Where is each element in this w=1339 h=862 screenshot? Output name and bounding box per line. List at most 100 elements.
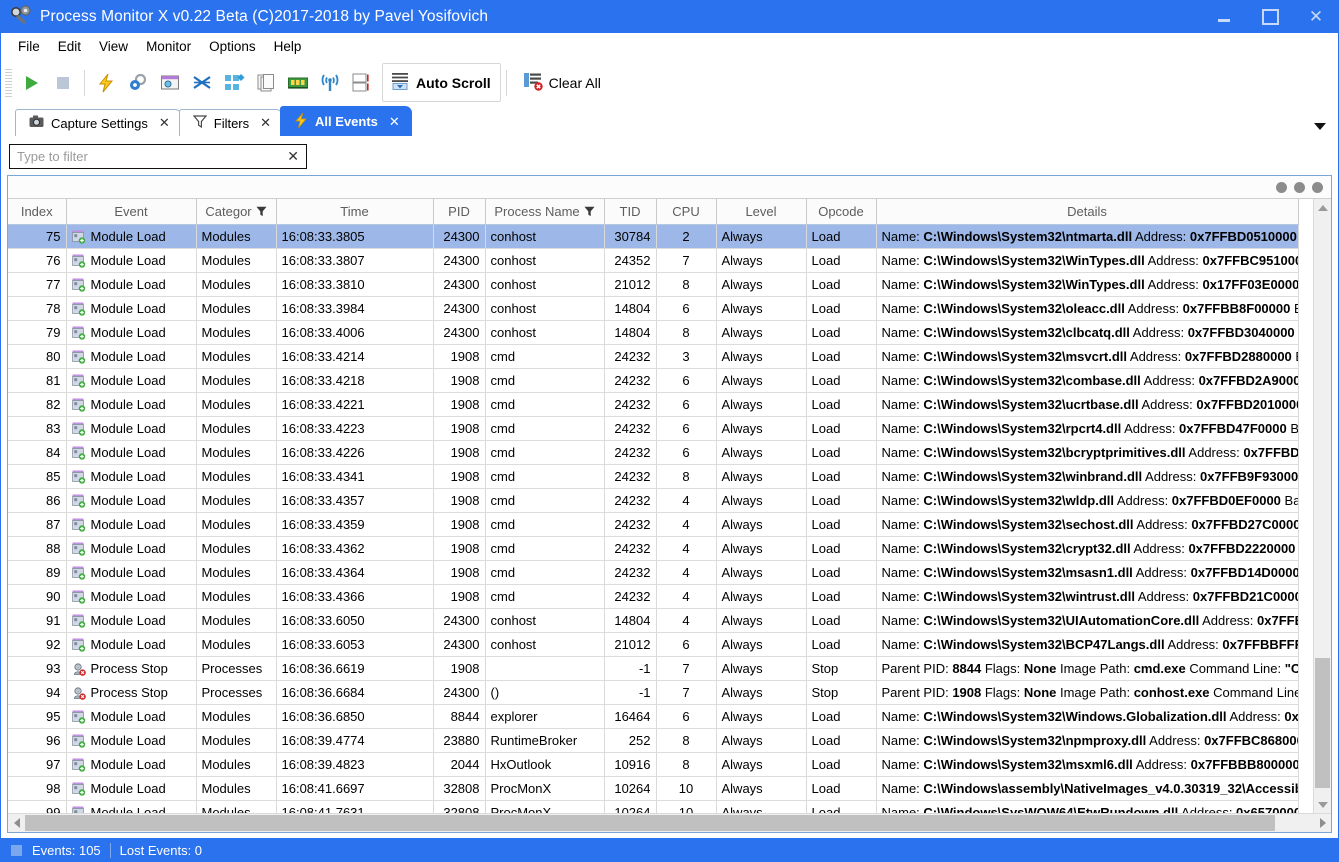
antenna-signal-icon[interactable] [314,66,346,100]
clear-filter-icon[interactable]: ✕ [284,148,302,165]
scroll-down-arrow-icon[interactable] [1314,796,1331,813]
table-row[interactable]: 97 Module Load Modules 16:08:39.4823 2044 HxO… [8,752,1299,777]
table-row[interactable]: 98 Module Load Modules 16:08:41.6697 32808 Pr… [8,776,1299,801]
table-row[interactable]: 93 Process Stop Processes 16:08:36.6619 1908… [8,656,1299,681]
column-header-categor[interactable]: Categor [196,199,277,225]
column-header-tid[interactable]: TID [604,199,657,225]
clear-all-button[interactable]: Clear All [518,66,609,100]
cell-process-name: cmd [485,392,605,417]
column-header-opcode[interactable]: Opcode [806,199,877,225]
table-row[interactable]: 81 Module Load Modules 16:08:33.4218 1908 cmd… [8,368,1299,393]
table-row[interactable]: 86 Module Load Modules 16:08:33.4357 1908 cmd… [8,488,1299,513]
tab-close-all-events[interactable]: ✕ [389,114,400,130]
table-row[interactable]: 84 Module Load Modules 16:08:33.4226 1908 cmd… [8,440,1299,465]
cell-category: Modules [196,488,277,513]
tab-all-events[interactable]: All Events ✕ [280,106,412,136]
notes-icon[interactable] [346,66,378,100]
column-header-pid[interactable]: PID [433,199,486,225]
vertical-scrollbar[interactable] [1313,199,1331,813]
table-row[interactable]: 80 Module Load Modules 16:08:33.4214 1908 cmd… [8,344,1299,369]
blocks-icon[interactable] [218,66,250,100]
process-stop-icon [72,686,86,700]
tab-close-capture-settings[interactable]: ✕ [159,115,170,131]
clear-all-label: Clear All [548,74,601,91]
cell-index: 97 [8,752,67,777]
column-filter-icon[interactable] [580,204,595,219]
search-input[interactable] [15,148,285,165]
tab-close-filters[interactable]: ✕ [260,115,271,131]
cell-event-label: Module Load [90,421,166,436]
minimize-button[interactable] [1201,0,1247,33]
maximize-button[interactable] [1247,0,1293,33]
gears-icon[interactable] [122,66,154,100]
window-icon[interactable] [154,66,186,100]
column-header-level[interactable]: Level [716,199,807,225]
scroll-right-arrow-icon[interactable] [1314,818,1331,828]
vertical-scroll-thumb[interactable] [1315,658,1330,788]
column-header-process-name[interactable]: Process Name [485,199,605,225]
tab-filters[interactable]: Filters ✕ [178,109,284,136]
table-row[interactable]: 88 Module Load Modules 16:08:33.4362 1908 cmd… [8,536,1299,561]
table-row[interactable]: 79 Module Load Modules 16:08:33.4006 24300 co… [8,320,1299,345]
horizontal-scrollbar[interactable] [8,813,1331,832]
chevron-down-icon[interactable] [1314,123,1326,130]
tab-capture-settings[interactable]: Capture Settings ✕ [15,109,182,136]
horizontal-scroll-thumb[interactable] [25,815,1276,831]
table-row[interactable]: 75 Module Load Modules 16:08:33.3805 24300 co… [8,224,1299,249]
cell-time: 16:08:33.4221 [276,392,434,417]
table-row[interactable]: 90 Module Load Modules 16:08:33.4366 1908 cmd… [8,584,1299,609]
table-row[interactable]: 76 Module Load Modules 16:08:33.3807 24300 co… [8,248,1299,273]
toolbar-grip[interactable] [5,68,12,97]
network-icon[interactable] [186,66,218,100]
table-row[interactable]: 91 Module Load Modules 16:08:33.6050 24300 co… [8,608,1299,633]
menu-item-options[interactable]: Options [200,36,265,57]
cell-cpu: 8 [656,464,717,489]
copy-pages-icon[interactable] [250,66,282,100]
cell-cpu: 6 [656,296,717,321]
table-row[interactable]: 89 Module Load Modules 16:08:33.4364 1908 cmd… [8,560,1299,585]
table-row[interactable]: 78 Module Load Modules 16:08:33.3984 24300 co… [8,296,1299,321]
stop-button[interactable] [47,66,79,100]
table-row[interactable]: 95 Module Load Modules 16:08:36.6850 8844 exp… [8,704,1299,729]
column-header-details[interactable]: Details [876,199,1299,225]
scroll-up-arrow-icon[interactable] [1314,199,1331,216]
clear-all-icon [522,70,544,95]
menu-item-edit[interactable]: Edit [49,36,90,57]
cell-tid: 24232 [604,584,657,609]
table-row[interactable]: 99 Module Load Modules 16:08:41.7631 32808 Pr… [8,800,1299,813]
table-row[interactable]: 77 Module Load Modules 16:08:33.3810 24300 co… [8,272,1299,297]
column-header-index[interactable]: Index [8,199,67,225]
auto-scroll-button[interactable]: Auto Scroll [382,63,501,102]
horizontal-scroll-track[interactable] [25,815,1314,831]
cell-opcode: Load [806,536,877,561]
grid-options-dots-icon[interactable] [1276,181,1323,193]
menu-item-monitor[interactable]: Monitor [137,36,200,57]
column-filter-icon[interactable] [252,204,267,219]
table-row[interactable]: 92 Module Load Modules 16:08:33.6053 24300 co… [8,632,1299,657]
filter-box[interactable]: ✕ [9,144,307,169]
close-button[interactable]: ✕ [1293,0,1339,33]
column-header-event[interactable]: Event [66,199,197,225]
table-row[interactable]: 94 Process Stop Processes 16:08:36.6684 2430… [8,680,1299,705]
lightning-bolt-icon[interactable] [90,66,122,100]
table-row[interactable]: 96 Module Load Modules 16:08:39.4774 23880 Ru… [8,728,1299,753]
cell-event: Module Load [66,320,197,345]
menu-item-view[interactable]: View [90,36,137,57]
table-row[interactable]: 87 Module Load Modules 16:08:33.4359 1908 cmd… [8,512,1299,537]
menu-item-help[interactable]: Help [265,36,311,57]
table-row[interactable]: 85 Module Load Modules 16:08:33.4341 1908 cmd… [8,464,1299,489]
scroll-left-arrow-icon[interactable] [8,818,25,828]
column-header-time[interactable]: Time [276,199,434,225]
memory-chip-icon[interactable] [282,66,314,100]
table-row[interactable]: 83 Module Load Modules 16:08:33.4223 1908 cmd… [8,416,1299,441]
column-header-cpu[interactable]: CPU [656,199,717,225]
run-button[interactable] [15,66,47,100]
table-body: 75 Module Load Modules 16:08:33.3805 24300 co… [8,224,1299,813]
cell-event-label: Module Load [90,733,166,748]
cell-level: Always [716,728,807,753]
toolbar-separator-1 [84,69,85,96]
cell-details: Parent PID: 8844 Flags: None Image Path:… [876,656,1299,681]
table-row[interactable]: 82 Module Load Modules 16:08:33.4221 1908 cmd… [8,392,1299,417]
menu-item-file[interactable]: File [9,36,49,57]
vertical-scroll-track[interactable] [1314,216,1331,796]
